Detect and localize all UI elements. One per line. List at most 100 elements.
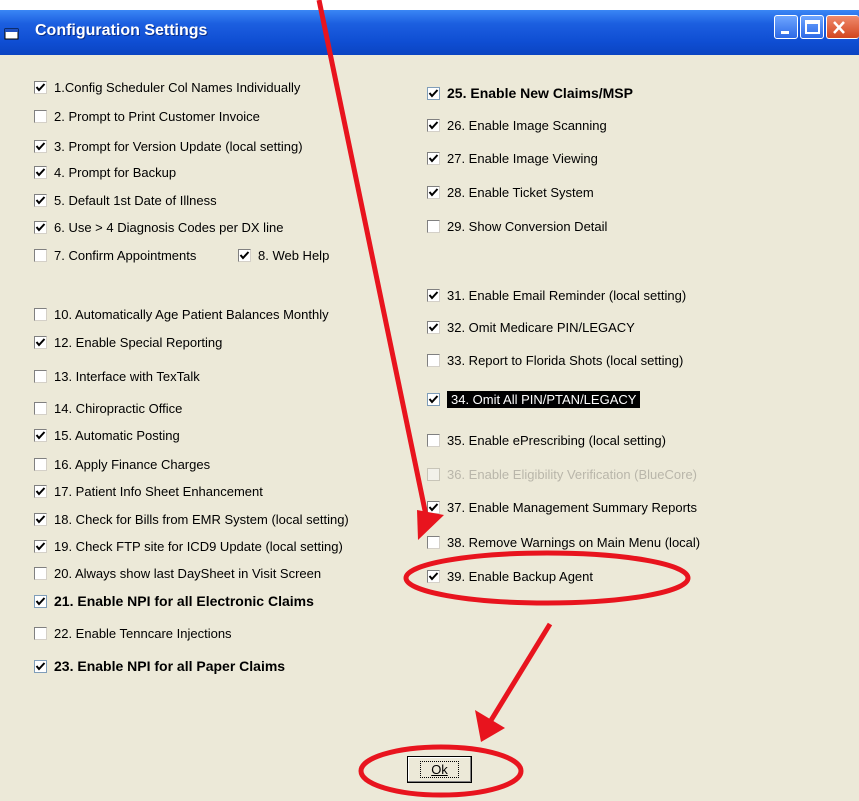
checkbox[interactable] xyxy=(34,485,47,498)
option-21[interactable]: 21. Enable NPI for all Electronic Claims xyxy=(34,593,314,609)
option-34[interactable]: 34. Omit All PIN/PTAN/LEGACY xyxy=(427,391,641,408)
checkbox[interactable] xyxy=(34,308,47,321)
option-label: 39. Enable Backup Agent xyxy=(447,569,594,584)
option-label: 2. Prompt to Print Customer Invoice xyxy=(54,109,260,124)
option-4[interactable]: 4. Prompt for Backup xyxy=(34,165,176,180)
option-19[interactable]: 19. Check FTP site for ICD9 Update (loca… xyxy=(34,539,343,554)
checkbox[interactable] xyxy=(34,458,47,471)
checkbox[interactable] xyxy=(34,513,47,526)
option-14[interactable]: 14. Chiropractic Office xyxy=(34,401,182,416)
option-label: 32. Omit Medicare PIN/LEGACY xyxy=(447,320,635,335)
maximize-icon xyxy=(805,20,820,34)
option-28[interactable]: 28. Enable Ticket System xyxy=(427,185,594,200)
checkbox[interactable] xyxy=(427,501,440,514)
option-12[interactable]: 12. Enable Special Reporting xyxy=(34,335,222,350)
option-label: 29. Show Conversion Detail xyxy=(447,219,608,234)
checkbox[interactable] xyxy=(427,393,440,406)
check-icon xyxy=(428,121,439,130)
option-3[interactable]: 3. Prompt for Version Update (local sett… xyxy=(34,139,303,154)
checkbox[interactable] xyxy=(427,152,440,165)
checkbox[interactable] xyxy=(34,221,47,234)
check-icon xyxy=(428,572,439,581)
check-icon xyxy=(35,542,46,551)
option-17[interactable]: 17. Patient Info Sheet Enhancement xyxy=(34,484,263,499)
option-label: 6. Use > 4 Diagnosis Codes per DX line xyxy=(54,220,284,235)
option-33[interactable]: 33. Report to Florida Shots (local setti… xyxy=(427,353,683,368)
checkbox[interactable] xyxy=(427,468,440,481)
option-15[interactable]: 15. Automatic Posting xyxy=(34,428,180,443)
check-icon xyxy=(35,196,46,205)
option-23[interactable]: 23. Enable NPI for all Paper Claims xyxy=(34,658,285,674)
check-icon xyxy=(428,188,439,197)
option-10[interactable]: 10. Automatically Age Patient Balances M… xyxy=(34,307,329,322)
option-label: 26. Enable Image Scanning xyxy=(447,118,607,133)
ok-button[interactable]: Ok xyxy=(407,756,472,783)
checkbox[interactable] xyxy=(34,540,47,553)
checkbox[interactable] xyxy=(34,429,47,442)
app-icon xyxy=(4,28,19,40)
checkbox[interactable] xyxy=(34,659,47,673)
checkbox[interactable] xyxy=(34,249,47,262)
option-37[interactable]: 37. Enable Management Summary Reports xyxy=(427,500,697,515)
check-icon xyxy=(428,88,439,98)
option-39[interactable]: 39. Enable Backup Agent xyxy=(427,569,593,584)
check-icon xyxy=(35,431,46,440)
checkbox[interactable] xyxy=(427,119,440,132)
checkbox[interactable] xyxy=(34,627,47,640)
checkbox[interactable] xyxy=(34,110,47,123)
checkbox[interactable] xyxy=(34,402,47,415)
check-icon xyxy=(428,395,439,404)
checkbox[interactable] xyxy=(427,536,440,549)
checkbox[interactable] xyxy=(427,186,440,199)
checkbox[interactable] xyxy=(34,140,47,153)
option-2[interactable]: 2. Prompt to Print Customer Invoice xyxy=(34,109,260,124)
check-icon xyxy=(428,503,439,512)
checkbox[interactable] xyxy=(238,249,251,262)
checkbox[interactable] xyxy=(427,86,440,100)
option-label: 33. Report to Florida Shots (local setti… xyxy=(447,353,684,368)
option-16[interactable]: 16. Apply Finance Charges xyxy=(34,457,210,472)
checkbox[interactable] xyxy=(427,220,440,233)
checkbox[interactable] xyxy=(34,370,47,383)
checkbox[interactable] xyxy=(34,567,47,580)
option-label: 19. Check FTP site for ICD9 Update (loca… xyxy=(54,539,343,554)
checkbox[interactable] xyxy=(427,434,440,447)
maximize-button[interactable] xyxy=(800,15,824,39)
option-27[interactable]: 27. Enable Image Viewing xyxy=(427,151,598,166)
option-label: 16. Apply Finance Charges xyxy=(54,457,211,472)
option-5[interactable]: 5. Default 1st Date of Illness xyxy=(34,193,217,208)
option-31[interactable]: 31. Enable Email Reminder (local setting… xyxy=(427,288,686,303)
option-label: 22. Enable Tenncare Injections xyxy=(54,626,232,641)
option-35[interactable]: 35. Enable ePrescribing (local setting) xyxy=(427,433,666,448)
checkbox[interactable] xyxy=(34,81,47,94)
option-20[interactable]: 20. Always show last DaySheet in Visit S… xyxy=(34,566,321,581)
checkbox[interactable] xyxy=(427,289,440,302)
option-label: 8. Web Help xyxy=(258,248,330,263)
checkbox[interactable] xyxy=(34,594,47,608)
option-label: 25. Enable New Claims/MSP xyxy=(447,85,633,101)
option-26[interactable]: 26. Enable Image Scanning xyxy=(427,118,607,133)
option-1[interactable]: 1.Config Scheduler Col Names Individuall… xyxy=(34,80,300,95)
option-8[interactable]: 8. Web Help xyxy=(238,248,329,263)
checkbox[interactable] xyxy=(34,166,47,179)
option-label: 12. Enable Special Reporting xyxy=(54,335,223,350)
checkbox[interactable] xyxy=(427,321,440,334)
option-29[interactable]: 29. Show Conversion Detail xyxy=(427,219,607,234)
checkbox[interactable] xyxy=(427,570,440,583)
option-18[interactable]: 18. Check for Bills from EMR System (loc… xyxy=(34,512,349,527)
close-button[interactable] xyxy=(826,15,859,39)
option-7[interactable]: 7. Confirm Appointments xyxy=(34,248,196,263)
option-38[interactable]: 38. Remove Warnings on Main Menu (local) xyxy=(427,535,700,550)
option-36[interactable]: 36. Enable Eligibility Verification (Blu… xyxy=(427,467,697,482)
minimize-button[interactable] xyxy=(774,15,798,39)
checkbox[interactable] xyxy=(427,354,440,367)
option-13[interactable]: 13. Interface with TexTalk xyxy=(34,369,200,384)
checkbox[interactable] xyxy=(34,194,47,207)
option-32[interactable]: 32. Omit Medicare PIN/LEGACY xyxy=(427,320,635,335)
option-22[interactable]: 22. Enable Tenncare Injections xyxy=(34,626,232,641)
option-label: 18. Check for Bills from EMR System (loc… xyxy=(54,512,349,527)
check-icon xyxy=(35,338,46,347)
option-25[interactable]: 25. Enable New Claims/MSP xyxy=(427,85,633,101)
checkbox[interactable] xyxy=(34,336,47,349)
option-6[interactable]: 6. Use > 4 Diagnosis Codes per DX line xyxy=(34,220,283,235)
